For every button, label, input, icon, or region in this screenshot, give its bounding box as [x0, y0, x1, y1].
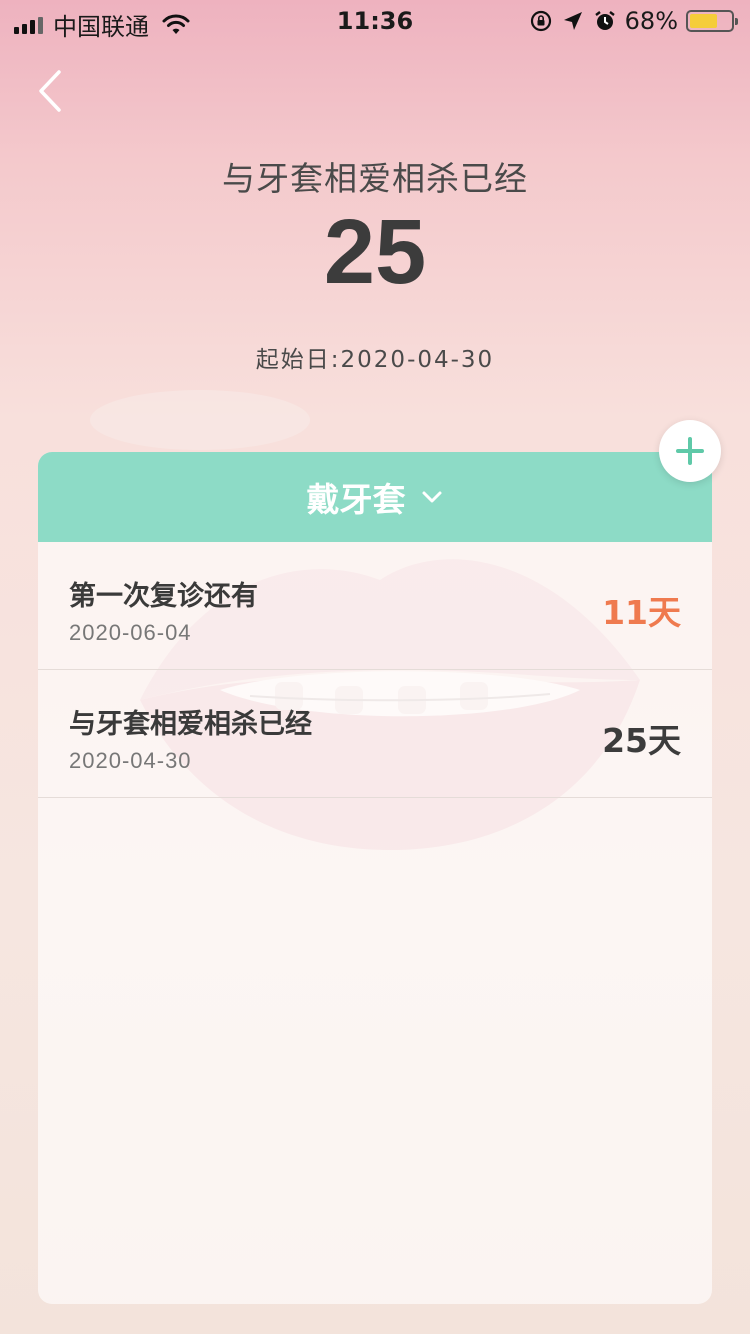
back-button[interactable]	[32, 66, 72, 116]
battery-icon	[686, 10, 738, 32]
list-item-title: 第一次复诊还有	[69, 581, 258, 612]
list-item[interactable]: 与牙套相爱相杀已经 2020-04-30 25天	[38, 670, 712, 798]
category-selector[interactable]: 戴牙套	[38, 452, 712, 542]
battery-percent: 68%	[624, 7, 678, 35]
status-bar: 中国联通 11:36 68%	[0, 0, 750, 41]
status-right: 68%	[529, 7, 738, 35]
category-label: 戴牙套	[306, 480, 406, 519]
rotation-lock-icon	[530, 10, 551, 32]
add-button[interactable]	[659, 420, 721, 482]
plus-icon	[676, 437, 704, 465]
event-card: 戴牙套 第一次复诊还有 2020-06-04 11天 与牙套相爱相杀已经 202…	[38, 452, 712, 1304]
header-start-date: 起始日:2020-04-30	[255, 347, 495, 373]
list-item[interactable]: 第一次复诊还有 2020-06-04 11天	[38, 542, 712, 670]
location-icon	[563, 12, 582, 30]
battery-fill	[690, 14, 718, 28]
alarm-icon	[594, 11, 615, 30]
header-day-count: 25	[323, 201, 427, 303]
list-item-title: 与牙套相爱相杀已经	[69, 709, 312, 740]
header-title: 与牙套相爱相杀已经	[222, 159, 528, 198]
list-item-days: 25天	[602, 721, 681, 760]
list-item-date: 2020-04-30	[69, 748, 192, 773]
list-item-days: 11天	[602, 593, 681, 632]
list-item-date: 2020-06-04	[69, 620, 192, 645]
chevron-down-icon	[422, 491, 441, 503]
